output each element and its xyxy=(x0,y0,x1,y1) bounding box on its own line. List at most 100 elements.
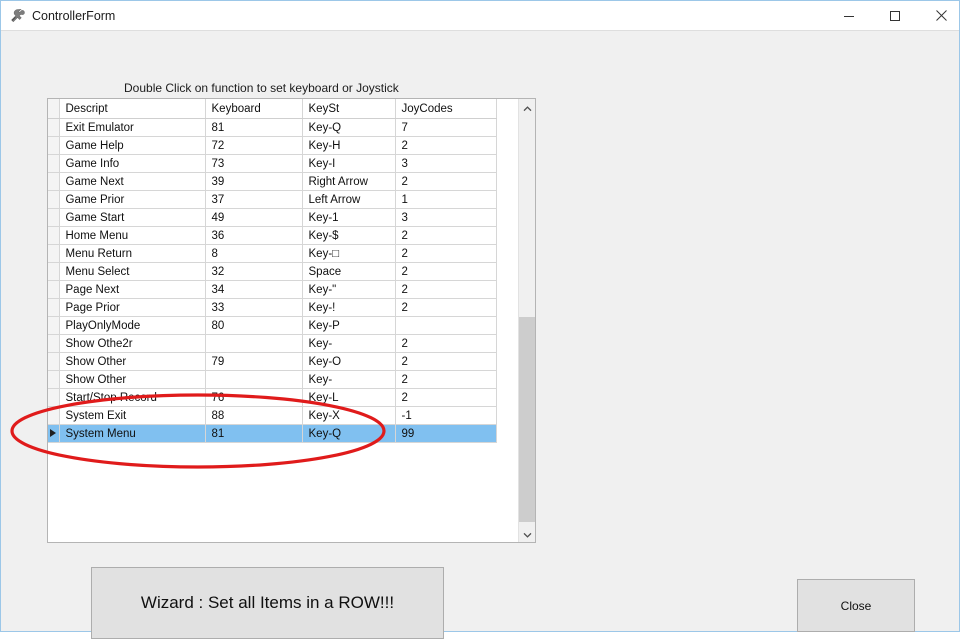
cell-keyboard[interactable]: 81 xyxy=(205,119,302,137)
cell-keyst[interactable]: Space xyxy=(302,263,395,281)
cell-keyst[interactable]: Key- xyxy=(302,371,395,389)
table-row[interactable]: Home Menu36Key-$2 xyxy=(48,227,496,245)
cell-keyst[interactable]: Key-H xyxy=(302,137,395,155)
cell-descript[interactable]: PlayOnlyMode xyxy=(59,317,205,335)
cell-keyst[interactable]: Key-$ xyxy=(302,227,395,245)
scroll-up-button[interactable] xyxy=(519,99,535,116)
row-header[interactable] xyxy=(48,317,59,335)
cell-keyst[interactable]: Key-I xyxy=(302,155,395,173)
row-header-current[interactable] xyxy=(48,425,59,443)
row-header[interactable] xyxy=(48,137,59,155)
cell-joycodes[interactable]: 2 xyxy=(395,281,496,299)
cell-descript[interactable]: Page Prior xyxy=(59,299,205,317)
maximize-button[interactable] xyxy=(872,1,918,30)
cell-keyboard[interactable]: 73 xyxy=(205,155,302,173)
table-row[interactable]: Game Start49Key-13 xyxy=(48,209,496,227)
cell-descript[interactable]: Game Start xyxy=(59,209,205,227)
row-header[interactable] xyxy=(48,245,59,263)
cell-descript[interactable]: Page Next xyxy=(59,281,205,299)
table-row[interactable]: Start/Stop Record76Key-L2 xyxy=(48,389,496,407)
column-header-keyboard[interactable]: Keyboard xyxy=(205,99,302,119)
controller-mappings-grid[interactable]: Descript Keyboard KeySt JoyCodes Exit Em… xyxy=(47,98,536,543)
cell-joycodes[interactable]: 99 xyxy=(395,425,496,443)
cell-keyboard[interactable]: 33 xyxy=(205,299,302,317)
grid-vertical-scrollbar[interactable] xyxy=(518,99,535,542)
cell-descript[interactable]: Show Other xyxy=(59,353,205,371)
cell-keyboard[interactable] xyxy=(205,371,302,389)
cell-keyboard[interactable]: 49 xyxy=(205,209,302,227)
cell-keyboard[interactable]: 37 xyxy=(205,191,302,209)
scroll-down-button[interactable] xyxy=(519,525,535,542)
cell-joycodes[interactable]: 2 xyxy=(395,353,496,371)
row-header[interactable] xyxy=(48,353,59,371)
cell-joycodes[interactable]: 2 xyxy=(395,371,496,389)
cell-keyboard[interactable]: 34 xyxy=(205,281,302,299)
wizard-set-all-items-button[interactable]: Wizard : Set all Items in a ROW!!! xyxy=(91,567,444,639)
cell-keyboard[interactable]: 72 xyxy=(205,137,302,155)
cell-keyst[interactable]: Key-O xyxy=(302,353,395,371)
cell-keyst[interactable]: Key-□ xyxy=(302,245,395,263)
row-header[interactable] xyxy=(48,209,59,227)
cell-joycodes[interactable]: 2 xyxy=(395,173,496,191)
cell-keyst[interactable]: Left Arrow xyxy=(302,191,395,209)
cell-descript[interactable]: Show Othe2r xyxy=(59,335,205,353)
cell-descript[interactable]: Game Prior xyxy=(59,191,205,209)
cell-descript[interactable]: Game Help xyxy=(59,137,205,155)
close-window-button[interactable] xyxy=(918,1,960,30)
row-header[interactable] xyxy=(48,173,59,191)
table-row[interactable]: Menu Select32Space2 xyxy=(48,263,496,281)
table-row[interactable]: Game Info73Key-I3 xyxy=(48,155,496,173)
row-header[interactable] xyxy=(48,371,59,389)
cell-descript[interactable]: System Exit xyxy=(59,407,205,425)
cell-descript[interactable]: Start/Stop Record xyxy=(59,389,205,407)
cell-descript[interactable]: Exit Emulator xyxy=(59,119,205,137)
cell-descript[interactable]: System Menu xyxy=(59,425,205,443)
table-row[interactable]: Exit Emulator81Key-Q7 xyxy=(48,119,496,137)
row-header[interactable] xyxy=(48,119,59,137)
cell-descript[interactable]: Game Info xyxy=(59,155,205,173)
scroll-thumb[interactable] xyxy=(519,317,535,522)
row-header[interactable] xyxy=(48,407,59,425)
row-header[interactable] xyxy=(48,299,59,317)
row-header[interactable] xyxy=(48,263,59,281)
table-row[interactable]: Show Other79Key-O2 xyxy=(48,353,496,371)
column-header-keyst[interactable]: KeySt xyxy=(302,99,395,119)
table-row[interactable]: Page Next34Key-"2 xyxy=(48,281,496,299)
table-row[interactable]: Show OtherKey-2 xyxy=(48,371,496,389)
cell-descript[interactable]: Menu Return xyxy=(59,245,205,263)
cell-keyboard[interactable]: 76 xyxy=(205,389,302,407)
row-header[interactable] xyxy=(48,155,59,173)
row-header[interactable] xyxy=(48,281,59,299)
table-row[interactable]: Game Next39Right Arrow2 xyxy=(48,173,496,191)
table-row[interactable]: Game Help72Key-H2 xyxy=(48,137,496,155)
cell-keyboard[interactable]: 81 xyxy=(205,425,302,443)
cell-keyboard[interactable]: 8 xyxy=(205,245,302,263)
cell-joycodes[interactable]: 2 xyxy=(395,137,496,155)
close-button[interactable]: Close xyxy=(797,579,915,632)
cell-keyst[interactable]: Key-Q xyxy=(302,119,395,137)
cell-keyst[interactable]: Right Arrow xyxy=(302,173,395,191)
cell-joycodes[interactable]: 2 xyxy=(395,245,496,263)
cell-joycodes[interactable]: 2 xyxy=(395,299,496,317)
table-row-selected[interactable]: System Menu81Key-Q99 xyxy=(48,425,496,443)
cell-keyst[interactable]: Key-P xyxy=(302,317,395,335)
cell-keyboard[interactable]: 88 xyxy=(205,407,302,425)
table-row[interactable]: System Exit88Key-X-1 xyxy=(48,407,496,425)
cell-keyboard[interactable]: 39 xyxy=(205,173,302,191)
cell-keyst[interactable]: Key-L xyxy=(302,389,395,407)
cell-joycodes[interactable]: 7 xyxy=(395,119,496,137)
cell-keyboard[interactable]: 80 xyxy=(205,317,302,335)
cell-joycodes[interactable]: 3 xyxy=(395,209,496,227)
row-header[interactable] xyxy=(48,335,59,353)
cell-joycodes[interactable]: 3 xyxy=(395,155,496,173)
cell-descript[interactable]: Menu Select xyxy=(59,263,205,281)
cell-joycodes[interactable] xyxy=(395,317,496,335)
table-row[interactable]: Page Prior33Key-!2 xyxy=(48,299,496,317)
cell-keyboard[interactable]: 79 xyxy=(205,353,302,371)
cell-joycodes[interactable]: 2 xyxy=(395,227,496,245)
cell-descript[interactable]: Home Menu xyxy=(59,227,205,245)
cell-keyst[interactable]: Key-Q xyxy=(302,425,395,443)
row-header[interactable] xyxy=(48,191,59,209)
cell-joycodes[interactable]: 2 xyxy=(395,335,496,353)
cell-keyst[interactable]: Key-X xyxy=(302,407,395,425)
